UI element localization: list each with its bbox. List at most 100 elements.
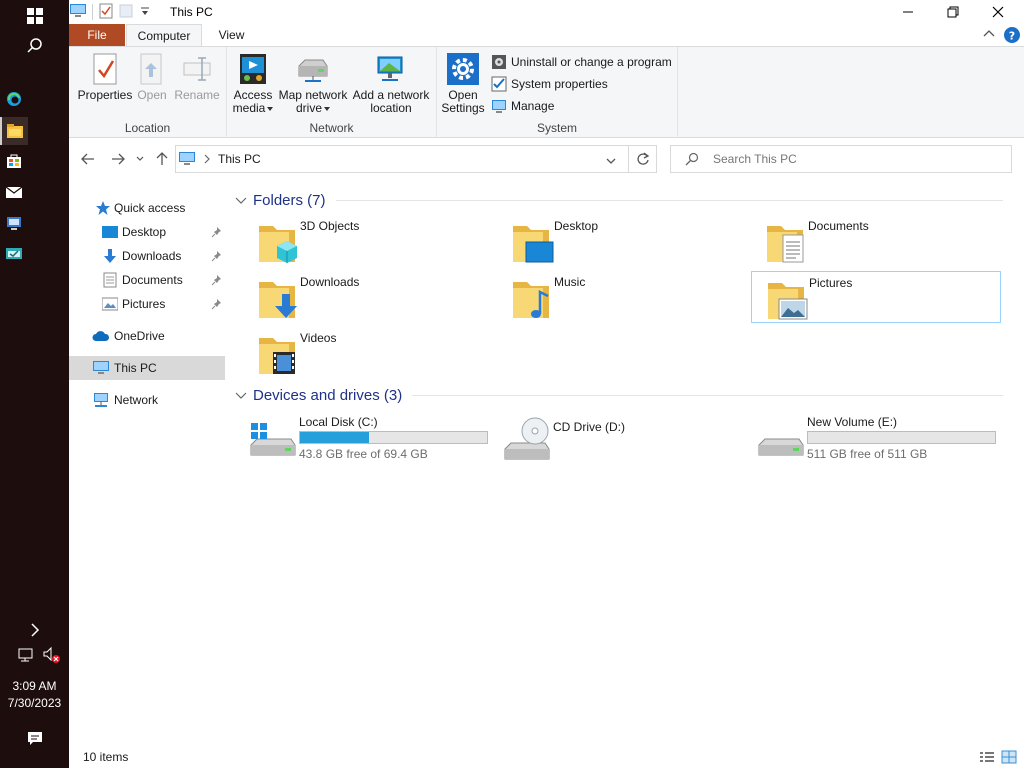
tab-computer[interactable]: Computer bbox=[126, 24, 202, 46]
remote-desktop-taskbar-app[interactable] bbox=[0, 210, 28, 236]
desktop-icon bbox=[102, 226, 118, 238]
folder-music[interactable]: Music bbox=[506, 271, 756, 323]
arrow-right-icon bbox=[112, 153, 125, 165]
folder-desktop-icon bbox=[513, 226, 554, 263]
folder-downloads[interactable]: Downloads bbox=[252, 271, 502, 323]
forward-button[interactable] bbox=[107, 148, 129, 170]
edge-icon bbox=[7, 92, 21, 106]
folder-music-icon bbox=[513, 282, 549, 318]
status-bar: 10 items bbox=[69, 746, 1024, 768]
svg-text:?: ? bbox=[1009, 30, 1015, 43]
nav-documents-label: Documents bbox=[122, 273, 183, 287]
minimize-button[interactable] bbox=[885, 0, 931, 24]
drives-section-header[interactable]: Devices and drives (3) bbox=[233, 385, 1003, 405]
start-button[interactable] bbox=[0, 4, 69, 28]
location-group-label: Location bbox=[124, 121, 171, 135]
folder-3d-objects-icon bbox=[259, 226, 297, 263]
manage-label: Manage bbox=[511, 99, 555, 113]
drive-label: New Volume (E:) bbox=[807, 415, 898, 429]
tab-view[interactable]: View bbox=[209, 24, 254, 46]
app-taskbar-app[interactable] bbox=[0, 240, 28, 266]
open-settings-button[interactable]: Open Settings bbox=[441, 51, 485, 115]
search-button[interactable] bbox=[0, 34, 69, 58]
nav-this-pc[interactable]: This PC bbox=[69, 356, 225, 380]
taskbar-clock[interactable]: 3:09 AM 7/30/2023 bbox=[0, 678, 69, 712]
quick-access-toolbar bbox=[69, 3, 151, 21]
access-media-icon bbox=[236, 51, 270, 87]
folder-documents-icon bbox=[767, 226, 804, 263]
add-network-location-button[interactable]: Add a network location bbox=[351, 51, 431, 115]
search-input[interactable]: Search This PC bbox=[670, 145, 1012, 173]
arrow-up-icon bbox=[156, 152, 168, 165]
address-bar[interactable]: This PC bbox=[175, 145, 657, 173]
folder-pictures[interactable]: Pictures bbox=[751, 271, 1001, 323]
properties-qat-button[interactable] bbox=[99, 3, 113, 22]
edge-taskbar-app[interactable] bbox=[0, 86, 28, 112]
address-history-button[interactable] bbox=[606, 154, 616, 168]
expand-ribbon-button[interactable] bbox=[982, 27, 996, 44]
open-button[interactable]: Open bbox=[135, 51, 169, 102]
rename-button[interactable]: Rename bbox=[173, 51, 221, 102]
drive-free-space: 43.8 GB free of 69.4 GB bbox=[299, 447, 428, 461]
restore-button[interactable] bbox=[930, 0, 976, 24]
collapse-chevron-icon bbox=[235, 197, 247, 204]
action-center-button[interactable] bbox=[0, 728, 69, 750]
large-icons-view-button[interactable] bbox=[1001, 750, 1017, 767]
properties-button[interactable]: Properties bbox=[77, 51, 133, 102]
nav-onedrive[interactable]: OneDrive bbox=[69, 324, 225, 348]
system-properties-button[interactable]: System properties bbox=[491, 75, 608, 93]
show-hidden-icons-button[interactable] bbox=[0, 620, 69, 640]
uninstall-program-button[interactable]: Uninstall or change a program bbox=[491, 53, 672, 71]
folder-documents[interactable]: Documents bbox=[760, 215, 1010, 267]
windows-logo-icon bbox=[26, 8, 43, 24]
nav-quick-access-label: Quick access bbox=[114, 201, 186, 215]
access-media-button[interactable]: Access media bbox=[232, 51, 274, 115]
system-properties-label: System properties bbox=[511, 77, 608, 91]
manage-button[interactable]: Manage bbox=[491, 97, 554, 115]
volume-tray-button[interactable] bbox=[40, 645, 64, 665]
map-network-drive-label-2: drive bbox=[295, 101, 322, 115]
customize-qat-button[interactable] bbox=[139, 5, 151, 20]
drive-c[interactable]: Local Disk (C:) 43.8 GB free of 69.4 GB bbox=[249, 413, 499, 465]
drive-e[interactable]: New Volume (E:) 511 GB free of 511 GB bbox=[757, 413, 1007, 465]
mail-taskbar-app[interactable] bbox=[0, 179, 28, 205]
nav-onedrive-label: OneDrive bbox=[114, 329, 165, 343]
folder-desktop[interactable]: Desktop bbox=[506, 215, 756, 267]
back-button[interactable] bbox=[77, 148, 99, 170]
nav-network[interactable]: Network bbox=[69, 388, 225, 412]
recent-locations-button[interactable] bbox=[133, 148, 147, 170]
tab-file[interactable]: File bbox=[69, 24, 125, 46]
large-icons-view-icon bbox=[1001, 750, 1017, 764]
folder-pictures-icon bbox=[768, 283, 808, 320]
search-placeholder: Search This PC bbox=[713, 152, 797, 166]
system-properties-icon bbox=[491, 76, 507, 92]
nav-pictures[interactable]: Pictures bbox=[69, 292, 225, 316]
details-view-button[interactable] bbox=[979, 750, 995, 767]
nav-pictures-label: Pictures bbox=[122, 297, 166, 311]
file-explorer-taskbar-app[interactable] bbox=[0, 117, 28, 145]
network-tray-button[interactable] bbox=[16, 645, 36, 665]
close-button[interactable] bbox=[975, 0, 1021, 24]
drive-free-space: 511 GB free of 511 GB bbox=[807, 447, 928, 461]
folders-section-header[interactable]: Folders (7) bbox=[233, 190, 1003, 210]
refresh-button[interactable] bbox=[628, 145, 657, 173]
store-taskbar-app[interactable] bbox=[0, 148, 28, 174]
folder-3d-objects[interactable]: 3D Objects bbox=[252, 215, 502, 267]
folder-videos[interactable]: Videos bbox=[252, 327, 502, 379]
dropdown-arrow-icon bbox=[267, 106, 274, 111]
up-button[interactable] bbox=[151, 148, 173, 170]
help-button[interactable]: ? bbox=[1003, 26, 1021, 47]
nav-downloads[interactable]: Downloads bbox=[69, 244, 225, 268]
folder-label: Documents bbox=[808, 219, 869, 233]
access-media-label-2: media bbox=[232, 101, 266, 115]
nav-quick-access[interactable]: Quick access bbox=[69, 196, 225, 220]
properties-icon bbox=[99, 3, 113, 18]
map-network-drive-button[interactable]: Map network drive bbox=[277, 51, 349, 115]
breadcrumb-chevron-icon bbox=[204, 154, 210, 164]
nav-desktop[interactable]: Desktop bbox=[69, 220, 225, 244]
address-path[interactable]: This PC bbox=[218, 152, 261, 166]
nav-documents[interactable]: Documents bbox=[69, 268, 225, 292]
new-folder-qat-button[interactable] bbox=[119, 3, 133, 22]
drive-d[interactable]: CD Drive (D:) bbox=[503, 413, 753, 465]
nav-this-pc-label: This PC bbox=[114, 361, 157, 375]
